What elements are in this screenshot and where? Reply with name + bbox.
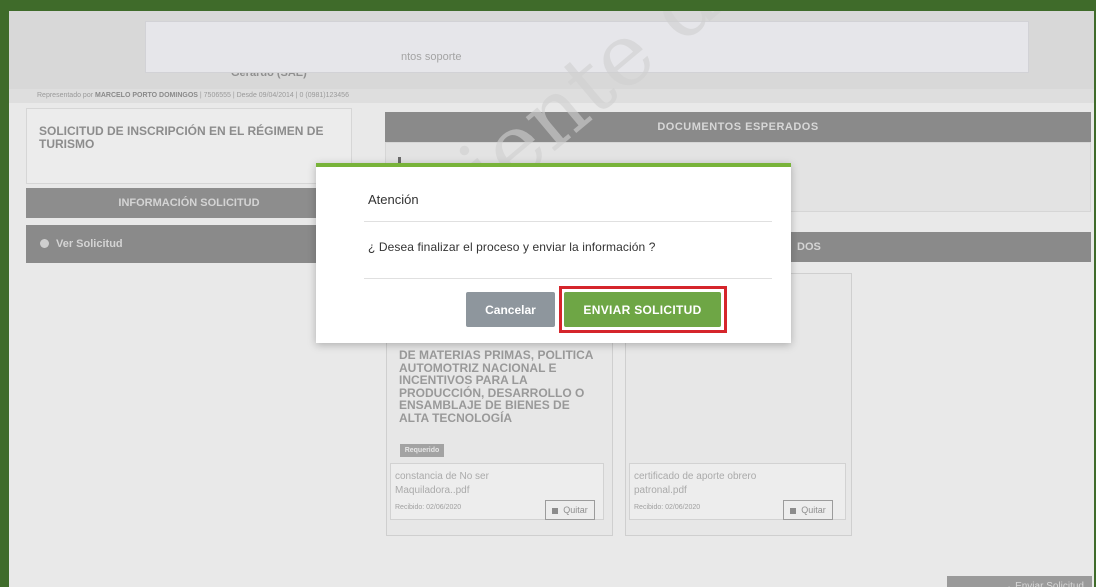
remove-label: Quitar [801,505,826,515]
required-badge: Requerido [400,444,444,457]
eye-icon [40,239,49,248]
cancel-button[interactable]: Cancelar [466,292,555,327]
received-documents-label: DOS [797,241,821,253]
file-received-date: Recibido: 02/06/2020 [634,504,701,511]
rep-name: MARCELO PORTO DOMINGOS [95,92,198,99]
file-name: certificado de aporte obrero patronal.pd… [634,471,757,496]
send-request-button[interactable]: ENVIAR SOLICITUD [564,292,721,327]
trash-icon [790,507,797,514]
remove-file-button[interactable]: Quitar [783,500,833,520]
rep-prefix: Representado por [37,92,94,99]
rep-details: | 7506555 | Desde 09/04/2014 | 0 (0981)1… [199,92,349,99]
dialog-divider [364,221,772,222]
confirmation-dialog: Atención ¿ Desea finalizar el proceso y … [316,163,791,343]
dialog-divider [364,278,772,279]
dialog-title: Atención [368,192,419,207]
documents-support-text: ntos soporte [401,51,462,63]
submit-request-button[interactable]: → Enviar Solicitud [947,576,1092,587]
dialog-message: ¿ Desea finalizar el proceso y enviar la… [368,240,656,254]
file-received-date: Recibido: 02/06/2020 [395,504,462,511]
trash-icon [552,507,559,514]
request-info-header: INFORMACIÓN SOLICITUD [26,188,352,218]
view-request-link[interactable]: Ver Solicitud [26,225,352,263]
document-title: DE MATERIAS PRIMAS, POLITICA AUTOMOTRIZ … [399,348,594,425]
request-title: SOLICITUD DE INSCRIPCIÓN EN EL RÉGIMEN D… [26,108,352,184]
view-request-label: Ver Solicitud [56,238,123,250]
remove-label: Quitar [563,505,588,515]
remove-file-button[interactable]: Quitar [545,500,595,520]
file-name: constancia de No ser Maquiladora..pdf [395,471,489,496]
